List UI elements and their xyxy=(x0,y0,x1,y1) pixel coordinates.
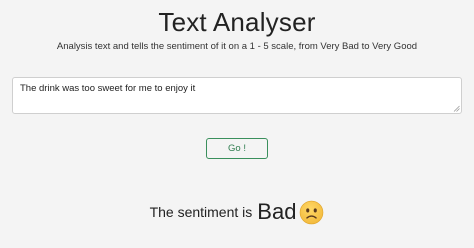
page-title: Text Analyser xyxy=(158,7,316,37)
go-button[interactable]: Go ! xyxy=(206,138,268,159)
text-input-container: The drink was too sweet for me to enjoy … xyxy=(12,77,462,114)
page-subtitle: Analysis text and tells the sentiment of… xyxy=(56,41,418,52)
resize-grip-icon[interactable] xyxy=(453,105,460,112)
slightly-frowning-face-icon xyxy=(300,200,324,224)
sentiment-value: Bad xyxy=(257,199,297,224)
sentiment-prefix: The sentiment is xyxy=(149,204,253,220)
text-input[interactable]: The drink was too sweet for me to enjoy … xyxy=(12,77,462,114)
sentiment-result: The sentiment is Bad xyxy=(0,194,474,230)
